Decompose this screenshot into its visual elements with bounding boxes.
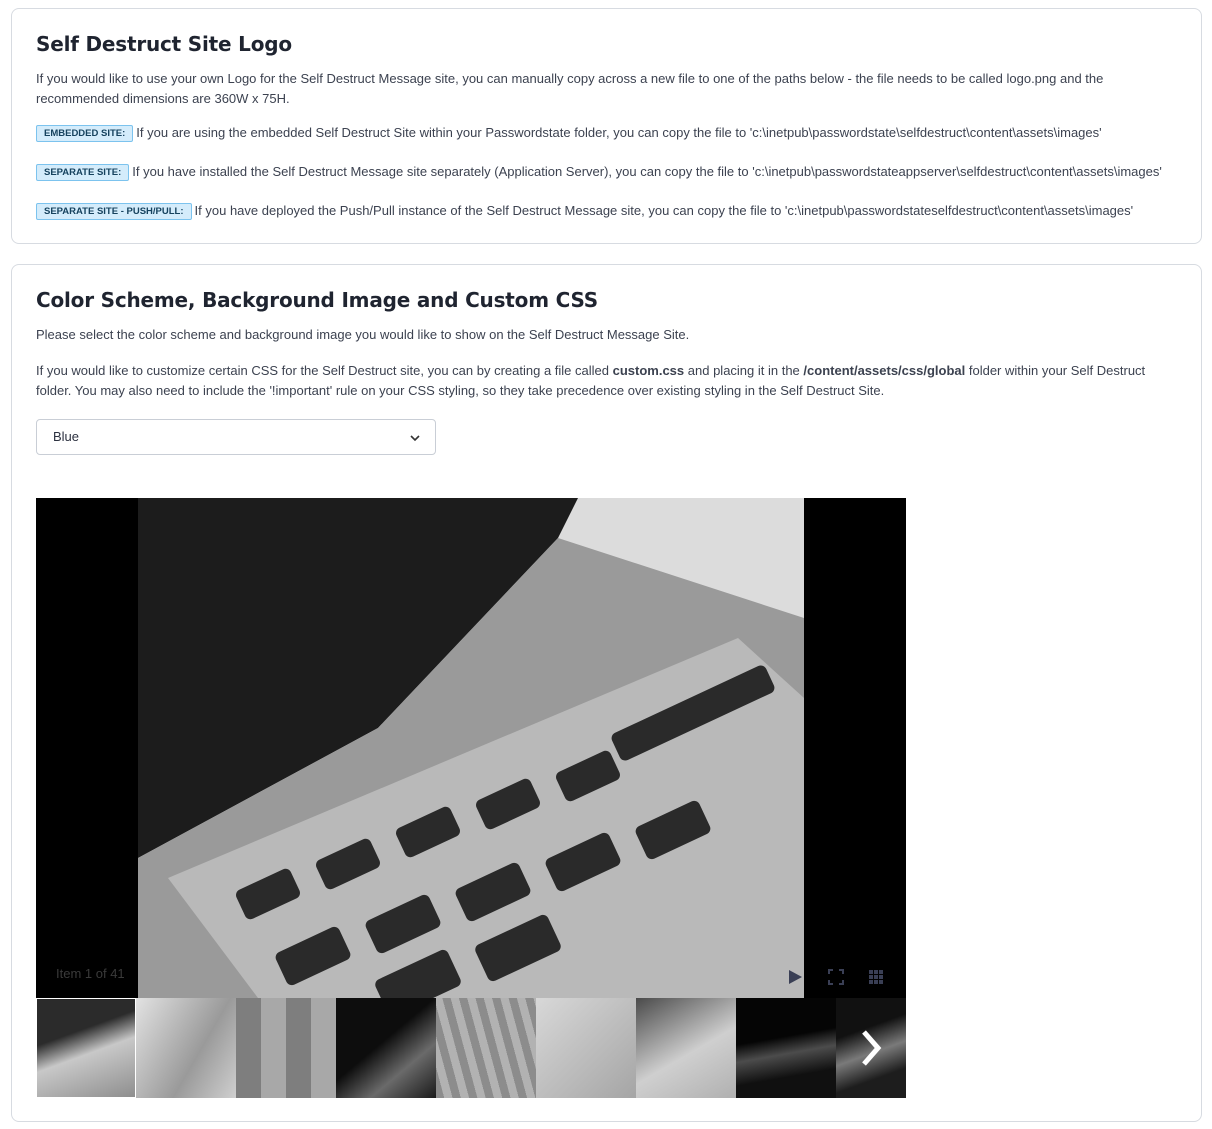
thumbnail-keyboard-dark[interactable] <box>336 998 436 1098</box>
css-note-mid: and placing it in the <box>684 363 804 378</box>
custom-css-note: If you would like to customize certain C… <box>36 361 1166 400</box>
logo-intro: If you would like to use your own Logo f… <box>36 71 1104 106</box>
color-scheme-value: Blue <box>53 429 80 444</box>
grid-icon[interactable] <box>867 968 885 986</box>
play-icon[interactable] <box>786 968 804 986</box>
next-arrow-icon[interactable] <box>856 1026 886 1070</box>
thumbnail-notebook-pen[interactable] <box>636 998 736 1098</box>
logo-path-separate: SEPARATE SITE: If you have installed the … <box>36 162 1166 182</box>
thumbnail-cubes[interactable] <box>236 998 336 1098</box>
color-scheme-select[interactable]: Blue <box>36 419 436 455</box>
background-image-viewer[interactable]: Item 1 of 41 <box>36 498 906 998</box>
thumbnail-dark-waves[interactable] <box>736 998 836 1098</box>
thumbnail-strip <box>36 998 906 1098</box>
fullscreen-icon[interactable] <box>827 968 845 986</box>
css-file-name: custom.css <box>612 363 685 378</box>
gallery-counter: Item 1 of 41 <box>56 966 125 981</box>
scheme-section-title: Color Scheme, Background Image and Custo… <box>36 288 598 312</box>
logo-card: Self Destruct Site Logo If you would lik… <box>11 8 1202 244</box>
laptop-keyboard-image <box>138 498 804 998</box>
color-scheme-card: Color Scheme, Background Image and Custo… <box>11 264 1202 1122</box>
css-folder-path: /content/assets/css/global <box>803 363 966 378</box>
badge-embedded-site: EMBEDDED SITE: <box>36 125 134 142</box>
thumbnail-waves[interactable] <box>136 998 236 1098</box>
scheme-intro: Please select the color scheme and backg… <box>36 327 690 342</box>
thumbnail-laptop[interactable] <box>36 998 136 1098</box>
thumbnail-padlock-key[interactable] <box>536 998 636 1098</box>
thumbnail-keyboard-light[interactable] <box>436 998 536 1098</box>
embedded-path-text: If you are using the embedded Self Destr… <box>136 125 1102 140</box>
logo-path-pushpull: SEPARATE SITE - PUSH/PULL: If you have de… <box>36 201 1166 221</box>
logo-section-title: Self Destruct Site Logo <box>36 32 292 56</box>
css-note-pre: If you would like to customize certain C… <box>36 363 613 378</box>
separate-path-text: If you have installed the Self Destruct … <box>132 164 1162 179</box>
badge-pushpull-site: SEPARATE SITE - PUSH/PULL: <box>36 203 192 220</box>
pushpull-path-text: If you have deployed the Push/Pull insta… <box>194 203 1134 218</box>
badge-separate-site: SEPARATE SITE: <box>36 164 130 181</box>
chevron-down-icon <box>410 435 420 442</box>
logo-path-embedded: EMBEDDED SITE: If you are using the embed… <box>36 123 1166 143</box>
